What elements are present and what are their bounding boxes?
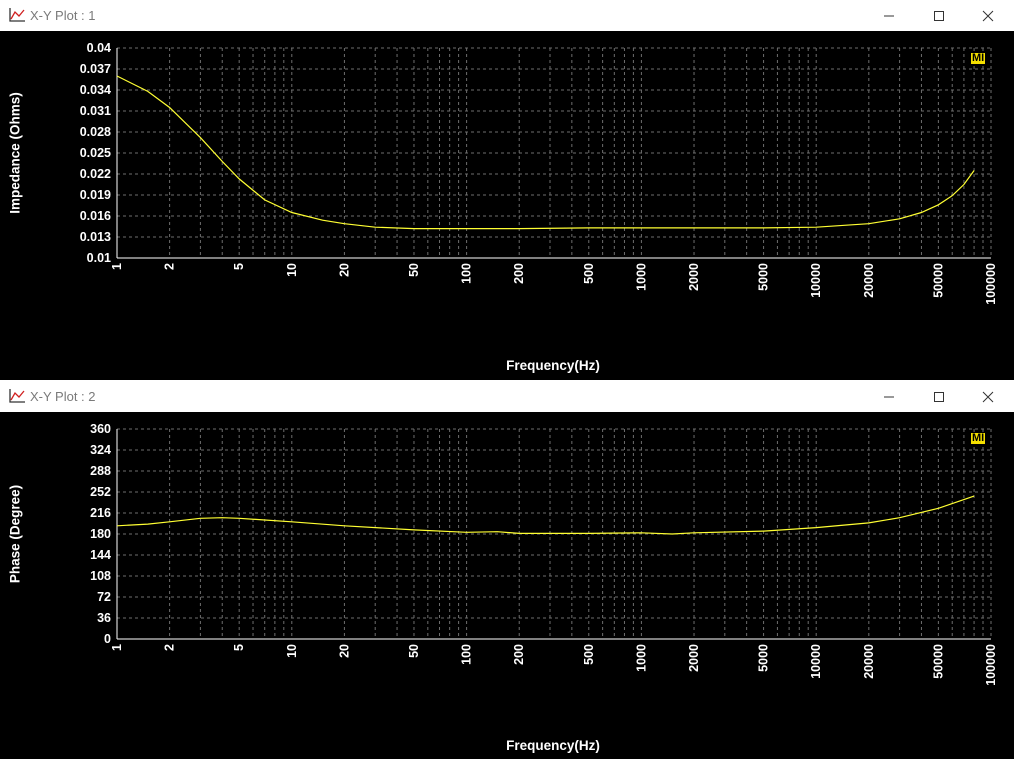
series-line [116,75,975,230]
grid [116,47,992,259]
x-tick-label: 50000 [931,263,945,298]
impedance-chart: 0.01 0.013 0.016 0.019 0.022 0.025 0.028 0.031 0… [8,41,998,373]
x-tick-label: 100 [460,263,474,284]
plot-window-2: X-Y Plot : 2 0 36 72 108 144 180 216 252 288 324 3… [0,381,1014,759]
y-tick-label: 288 [90,464,111,478]
y-tick-label: 324 [90,443,111,457]
y-tick-label: 252 [90,485,111,499]
close-icon [982,10,994,22]
y-tick-label: 0.025 [80,146,111,160]
y-tick-label: 0.019 [80,188,111,202]
y-tick-label: 108 [90,569,111,583]
maximize-button[interactable] [916,0,962,31]
x-tick-label: 200 [512,644,526,665]
y-tick-label: 0.04 [87,41,111,55]
x-tick-label: 200 [512,263,526,284]
y-tick-label: 0.037 [80,62,111,76]
x-axis-title: Frequency(Hz) [506,738,600,753]
xy-plot-icon [9,389,25,403]
series-line [116,495,975,535]
window-title: X-Y Plot : 2 [30,389,96,404]
minimize-button[interactable] [866,0,912,31]
y-tick-label: 0.016 [80,209,111,223]
x-tick-label: 50000 [931,644,945,679]
plot-area: 0.01 0.013 0.016 0.019 0.022 0.025 0.028 0.031 0… [0,31,1014,380]
x-tick-label: 2 [163,644,177,651]
x-tick-label: 100000 [984,263,998,305]
x-tick-label: 1000 [634,263,648,291]
x-tick-label: 1 [110,644,124,651]
x-tick-label: 500 [582,644,596,665]
x-tick-label: 10000 [809,263,823,298]
phase-chart: 0 36 72 108 144 180 216 252 288 324 360 1 2 5 10 20 50 10… [8,422,998,753]
minimize-icon [884,15,894,17]
y-tick-label: 36 [97,611,111,625]
maximize-icon [934,392,944,402]
minimize-icon [884,396,894,398]
y-tick-label: 0 [104,632,111,646]
x-tick-label: 5 [232,644,246,651]
x-tick-label: 20 [337,263,351,277]
y-axis-title: Impedance (Ohms) [8,92,23,214]
window-title: X-Y Plot : 1 [30,8,96,23]
y-tick-label: 180 [90,527,111,541]
plot-area: 0 36 72 108 144 180 216 252 288 324 360 1 2 5 10 20 50 10… [0,412,1014,759]
y-tick-label: 216 [90,506,111,520]
x-tick-label: 5 [232,263,246,270]
y-tick-label: 0.034 [80,83,111,97]
close-button[interactable] [965,0,1011,31]
y-tick-label: 0.022 [80,167,111,181]
x-tick-label: 1 [110,263,124,270]
y-tick-label: 0.01 [87,251,111,265]
y-tick-label: 0.013 [80,230,111,244]
x-tick-label: 5000 [757,263,771,291]
x-tick-label: 10000 [809,644,823,679]
close-icon [982,391,994,403]
y-tick-label: 0.031 [80,104,111,118]
mi-badge: MI [971,432,986,444]
x-tick-label: 2000 [687,263,701,291]
title-bar[interactable]: X-Y Plot : 2 [0,381,1014,412]
y-tick-label: 72 [97,590,111,604]
x-tick-label: 500 [582,263,596,284]
x-tick-label: 100 [460,644,474,665]
x-tick-label: 5000 [757,644,771,672]
x-tick-label: 10 [285,644,299,658]
mi-badge: MI [971,52,986,64]
minimize-button[interactable] [866,381,912,412]
xy-plot-icon [9,8,25,22]
maximize-icon [934,11,944,21]
x-tick-label: 20 [337,644,351,658]
x-tick-label: 50 [407,263,421,277]
x-tick-label: 20000 [862,263,876,298]
y-axis-title: Phase (Degree) [8,485,23,583]
y-tick-label: 0.028 [80,125,111,139]
x-tick-label: 100000 [984,644,998,686]
x-axis-title: Frequency(Hz) [506,358,600,373]
x-tick-label: 10 [285,263,299,277]
x-tick-label: 2 [163,263,177,270]
plot-window-1: X-Y Plot : 1 0.01 0.013 0.016 0.019 0.022 0.0… [0,0,1014,380]
x-tick-label: 1000 [634,644,648,672]
y-tick-label: 360 [90,422,111,436]
x-tick-label: 20000 [862,644,876,679]
close-button[interactable] [965,381,1011,412]
maximize-button[interactable] [916,381,962,412]
x-tick-label: 2000 [687,644,701,672]
title-bar[interactable]: X-Y Plot : 1 [0,0,1014,31]
x-tick-label: 50 [407,644,421,658]
y-tick-label: 144 [90,548,111,562]
